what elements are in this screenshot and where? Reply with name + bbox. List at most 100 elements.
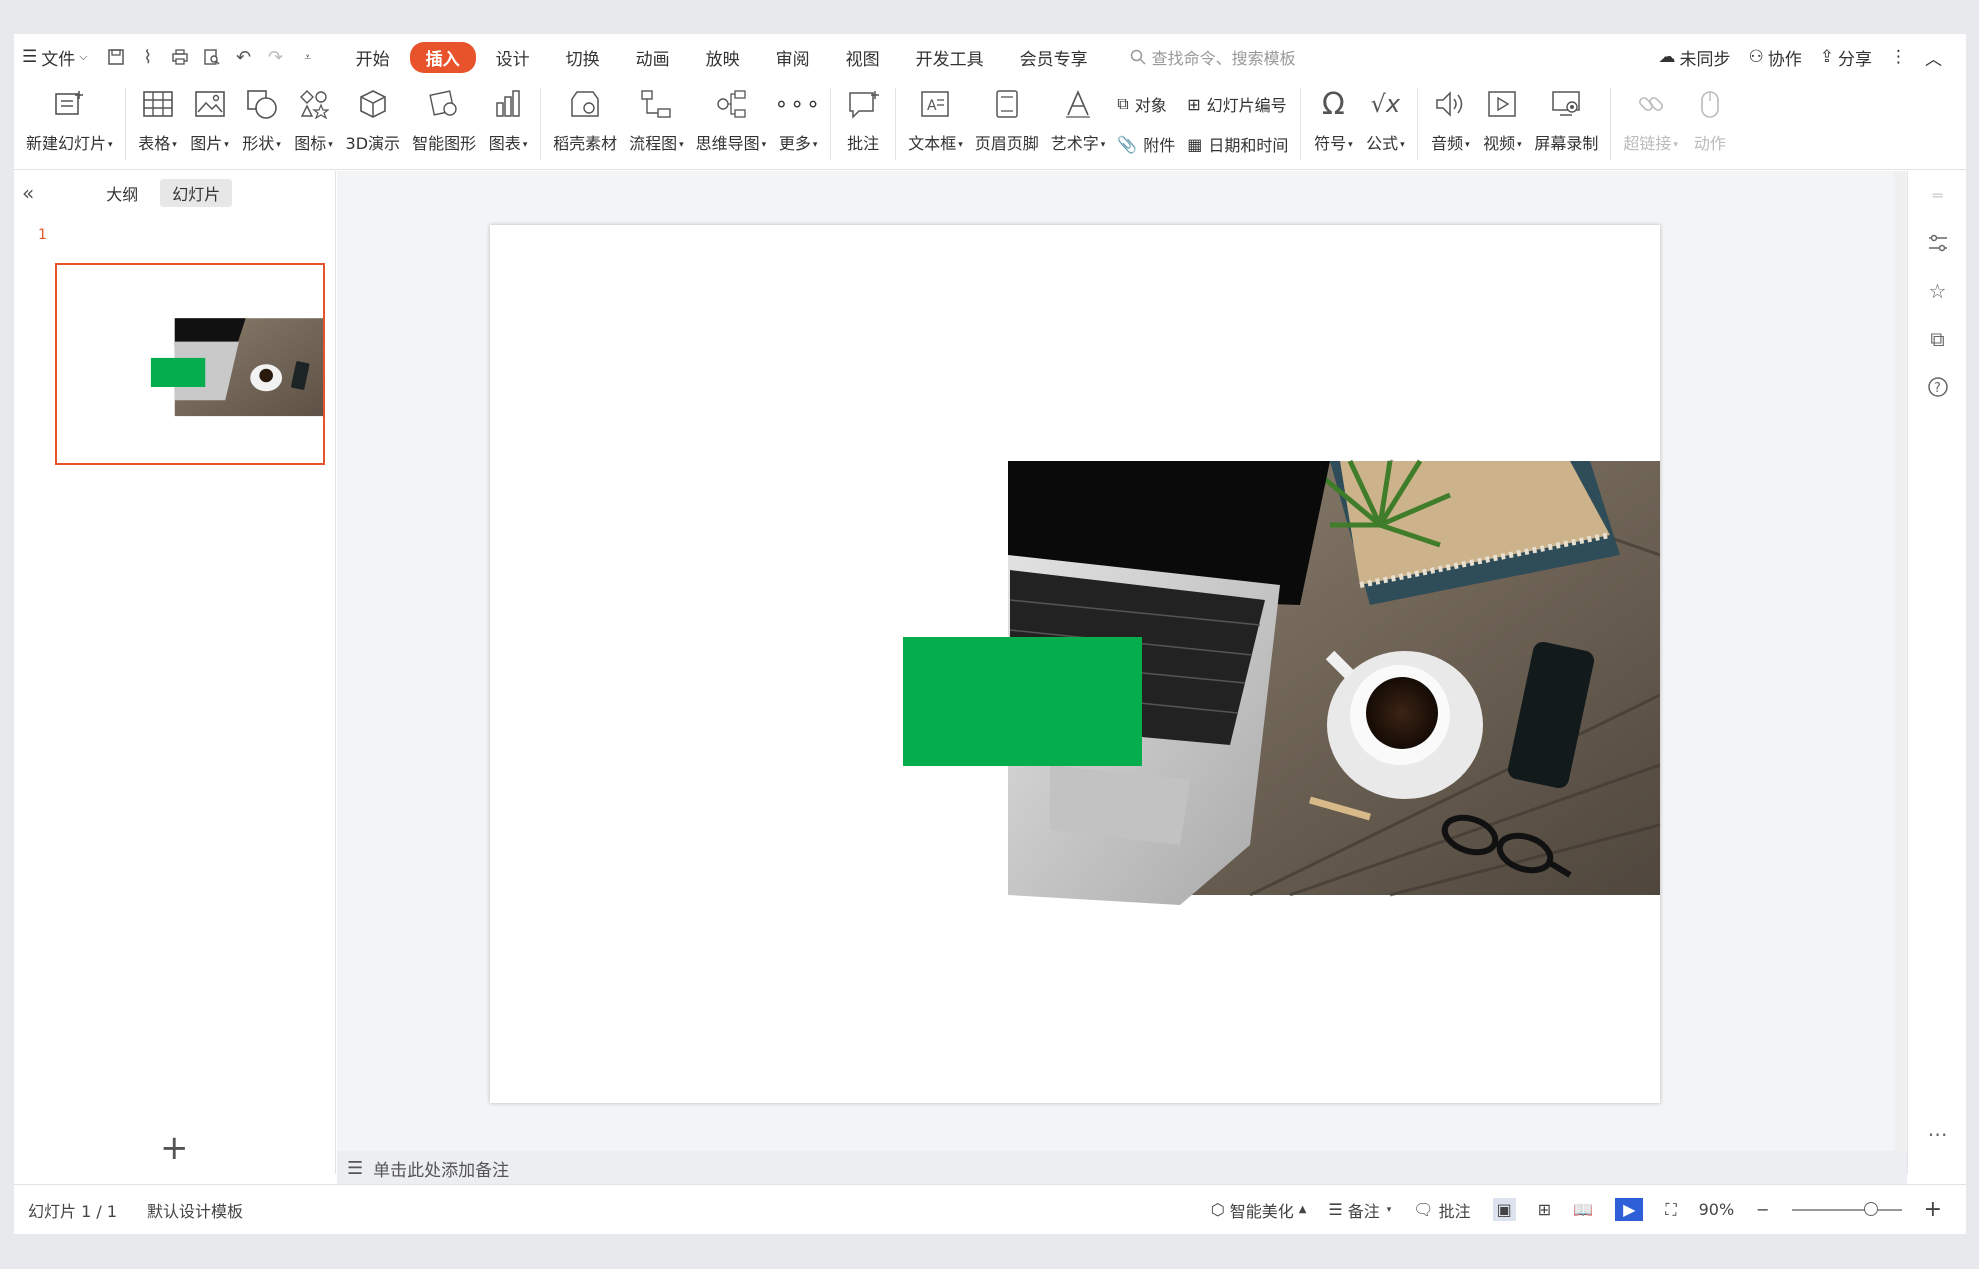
textbox-icon: A xyxy=(915,84,955,124)
comment-button[interactable]: 批注 xyxy=(837,84,889,154)
beautify-label: 智能美化 xyxy=(1229,1201,1294,1221)
icons-gallery-icon xyxy=(294,84,334,124)
properties-icon[interactable] xyxy=(1908,219,1966,267)
zoom-in-icon[interactable]: + xyxy=(1924,1197,1942,1222)
quick-access-toolbar: ⌇ ↶ ↷ ⩡ xyxy=(102,43,322,71)
vertical-scrollbar[interactable] xyxy=(1894,171,1906,1151)
shape-label: 形状 xyxy=(242,134,275,153)
zoom-out-icon[interactable]: − xyxy=(1756,1200,1769,1219)
notes-toggle-button[interactable]: ☰ 备注 ▾ xyxy=(1328,1198,1391,1222)
play-slideshow-icon[interactable]: ▶ xyxy=(1615,1198,1644,1221)
format-painter-icon[interactable]: ⌇ xyxy=(134,43,162,71)
caret-icon: ▾ xyxy=(108,139,113,150)
collapse-panel-icon[interactable]: « xyxy=(22,181,34,205)
save-icon[interactable] xyxy=(102,43,130,71)
tab-slides[interactable]: 幻灯片 xyxy=(160,179,233,207)
zoom-level[interactable]: 90% xyxy=(1699,1200,1735,1219)
green-rectangle-shape[interactable] xyxy=(903,637,1142,766)
3d-label: 3D演示 xyxy=(345,134,401,153)
slide-content xyxy=(903,459,1660,905)
slide-number-button[interactable]: ⊞ 幻灯片编号 xyxy=(1187,92,1288,116)
slide-canvas[interactable] xyxy=(490,225,1660,1103)
collapse-ribbon-icon[interactable]: ︿ xyxy=(1925,45,1942,70)
tab-design[interactable]: 设计 xyxy=(480,42,546,73)
tab-transition[interactable]: 切换 xyxy=(550,42,616,73)
tab-insert[interactable]: 插入 xyxy=(409,41,476,73)
tab-outline[interactable]: 大纲 xyxy=(94,179,150,207)
symbol-label: 符号 xyxy=(1314,134,1347,153)
paperclip-icon: 📎 xyxy=(1117,134,1138,154)
redo-icon[interactable]: ↷ xyxy=(262,43,290,71)
command-search[interactable]: 查找命令、搜索模板 xyxy=(1130,45,1296,69)
add-slide-icon[interactable]: + xyxy=(160,1128,189,1168)
more-button[interactable]: ∘∘∘ 更多 ▾ xyxy=(772,84,824,154)
symbol-button[interactable]: Ω 符号 ▾ xyxy=(1307,84,1359,154)
date-time-button[interactable]: ▦ 日期和时间 xyxy=(1187,132,1288,156)
tab-home[interactable]: 开始 xyxy=(340,42,406,73)
file-menu[interactable]: ☰ 文件 ⌵ xyxy=(14,41,96,73)
print-icon[interactable] xyxy=(166,43,194,71)
audio-button[interactable]: 音频 ▾ xyxy=(1424,84,1476,154)
video-button[interactable]: 视频 ▾ xyxy=(1476,84,1528,154)
new-slide-button[interactable]: 新建幻灯片 ▾ xyxy=(14,84,119,154)
cube-icon xyxy=(353,84,393,124)
notes-bar[interactable]: ☰ 单击此处添加备注 xyxy=(337,1151,1907,1185)
chart-button[interactable]: 图表 ▾ xyxy=(482,84,534,154)
print-preview-icon[interactable] xyxy=(198,43,226,71)
smartart-button[interactable]: 智能图形 xyxy=(406,84,482,154)
zoom-slider-thumb[interactable] xyxy=(1863,1201,1878,1216)
notes-toggle-label: 备注 xyxy=(1347,1201,1380,1221)
slide-sorter-icon[interactable]: ⊞ xyxy=(1538,1200,1551,1219)
shape-button[interactable]: 形状 ▾ xyxy=(236,84,288,154)
template-name[interactable]: 默认设计模板 xyxy=(147,1198,243,1222)
sync-button[interactable]: ☁ 未同步 xyxy=(1659,45,1731,70)
fit-window-icon[interactable]: ⛶ xyxy=(1665,1200,1676,1220)
beautify-button[interactable]: ⬡ 智能美化 ▲ xyxy=(1211,1198,1307,1222)
reading-view-icon[interactable]: 📖 xyxy=(1573,1200,1593,1219)
comments-toggle-button[interactable]: 🗨 批注 xyxy=(1413,1198,1470,1222)
collab-button[interactable]: ⚇ 协作 xyxy=(1749,45,1802,70)
ribbon-separator xyxy=(1300,88,1302,160)
undo-icon[interactable]: ↶ xyxy=(230,43,258,71)
normal-view-icon[interactable]: ▣ xyxy=(1492,1198,1516,1221)
attachment-button[interactable]: 📎 附件 xyxy=(1117,132,1175,156)
header-footer-button[interactable]: 页眉页脚 xyxy=(969,84,1045,154)
transition-icon[interactable]: ⧉ xyxy=(1908,315,1966,363)
icon-button[interactable]: 图标 ▾ xyxy=(288,84,340,154)
mindmap-button[interactable]: 思维导图 ▾ xyxy=(690,84,773,154)
slide-thumbnail[interactable] xyxy=(55,263,325,465)
material-button[interactable]: 稻壳素材 xyxy=(547,84,623,154)
chevron-down-icon: ⌵ xyxy=(79,50,88,63)
slide-number-label: 幻灯片编号 xyxy=(1206,96,1287,115)
header-footer-label: 页眉页脚 xyxy=(974,134,1039,153)
object-button[interactable]: ⧉ 对象 xyxy=(1117,92,1175,116)
tab-member[interactable]: 会员专享 xyxy=(1004,42,1104,73)
more-vertical-icon[interactable]: ⋮ xyxy=(1890,47,1907,67)
formula-button[interactable]: √x 公式 ▾ xyxy=(1359,84,1411,154)
comment-label: 批注 xyxy=(847,134,880,153)
action-button[interactable]: 动作 xyxy=(1684,84,1736,154)
share-button[interactable]: ⇪ 分享 xyxy=(1820,45,1872,70)
flowchart-button[interactable]: 流程图 ▾ xyxy=(623,84,690,154)
ribbon-separator xyxy=(1610,88,1612,160)
help-icon[interactable]: ? xyxy=(1908,363,1966,411)
screen-record-button[interactable]: 屏幕录制 xyxy=(1528,84,1604,154)
picture-button[interactable]: 图片 ▾ xyxy=(184,84,236,154)
tab-developer[interactable]: 开发工具 xyxy=(900,42,1000,73)
wordart-button[interactable]: 艺术字 ▾ xyxy=(1045,84,1112,154)
zoom-slider[interactable] xyxy=(1791,1201,1902,1216)
right-sidebar: ═ ☆ ⧉ ? ⋯ xyxy=(1907,171,1966,1174)
tab-slideshow[interactable]: 放映 xyxy=(690,42,756,73)
table-button[interactable]: 表格 ▾ xyxy=(132,84,184,154)
tab-animation[interactable]: 动画 xyxy=(620,42,686,73)
3d-button[interactable]: 3D演示 xyxy=(340,84,407,154)
customize-toolbar-icon[interactable]: ⩡ xyxy=(294,43,322,71)
object-group: ⧉ 对象 📎 附件 xyxy=(1111,84,1181,164)
slide-number-group: ⊞ 幻灯片编号 ▦ 日期和时间 xyxy=(1181,84,1294,164)
sidebar-more-icon[interactable]: ⋯ xyxy=(1908,1110,1966,1158)
textbox-button[interactable]: A 文本框 ▾ xyxy=(902,84,969,154)
tab-review[interactable]: 审阅 xyxy=(760,42,826,73)
hyperlink-button[interactable]: 超链接 ▾ xyxy=(1617,84,1684,154)
tab-view[interactable]: 视图 xyxy=(830,42,896,73)
star-icon[interactable]: ☆ xyxy=(1908,267,1966,315)
